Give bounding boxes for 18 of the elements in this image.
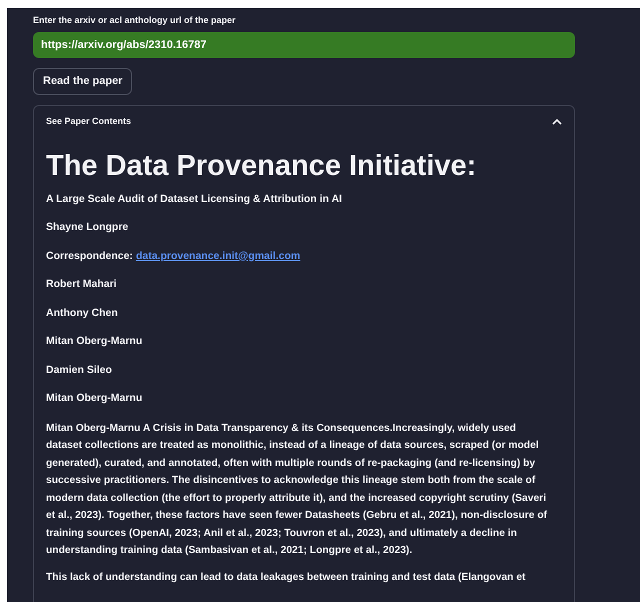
text-line: Anthony Chen <box>46 306 118 320</box>
url-field[interactable]: https://arxiv.org/abs/2310.16787 <box>33 32 575 58</box>
text-line: A Large Scale Audit of Dataset Licensing & Attribution in AI <box>46 192 342 206</box>
text-line: Mitan Oberg-Marnu <box>46 334 142 349</box>
chevron-icon <box>552 118 562 125</box>
text-line: Damien Sileo <box>46 362 112 378</box>
expander-header[interactable]: See Paper Contents <box>34 106 574 138</box>
text-line: Correspondence: <box>46 248 133 264</box>
text-line: Robert Mahari <box>46 277 117 292</box>
paragraph: This lack of understanding can lead to data leakages between training and test data (Elangovan et <box>46 570 526 584</box>
text-line: Shayne Longpre <box>46 220 128 235</box>
text-line: Mitan Oberg-Marnu <box>46 391 142 406</box>
paragraph: Mitan Oberg-Marnu A Crisis in Data Transparency & its Consequences.Increasingly, widely used dataset collections are treated as monolithic, instead of a lineage of data sources, scraped (or model generated), curated, and annotated, often with multiple rounds of re-packaging (and re-licensing) by successive practitioners. The disincentives to acknowledge this lineage stem both from the scale of modern data collection (the effort to properly attribute it), and the increased copyright scrutiny (Saveri et al., 2023). Together, these factors have seen fewer Datasheets (Gebru et al., 2021), non-disclosure of training sources (OpenAI, 2023; Anil et al., 2023; Touvron et al., 2023), and ultimately a decline in understanding training data (Sambasivan et al., 2021; Longpre et al., 2023). <box>46 422 548 558</box>
field-label: Enter the arxiv or acl anthology url of the paper <box>33 14 237 27</box>
read-paper-button[interactable]: Read the paper <box>33 68 132 94</box>
email-link[interactable]: data.provenance.init@gmail.com <box>136 248 300 264</box>
expander-title: See Paper Contents <box>46 114 132 128</box>
paper-title: The Data Provenance Initiative: <box>46 148 478 184</box>
